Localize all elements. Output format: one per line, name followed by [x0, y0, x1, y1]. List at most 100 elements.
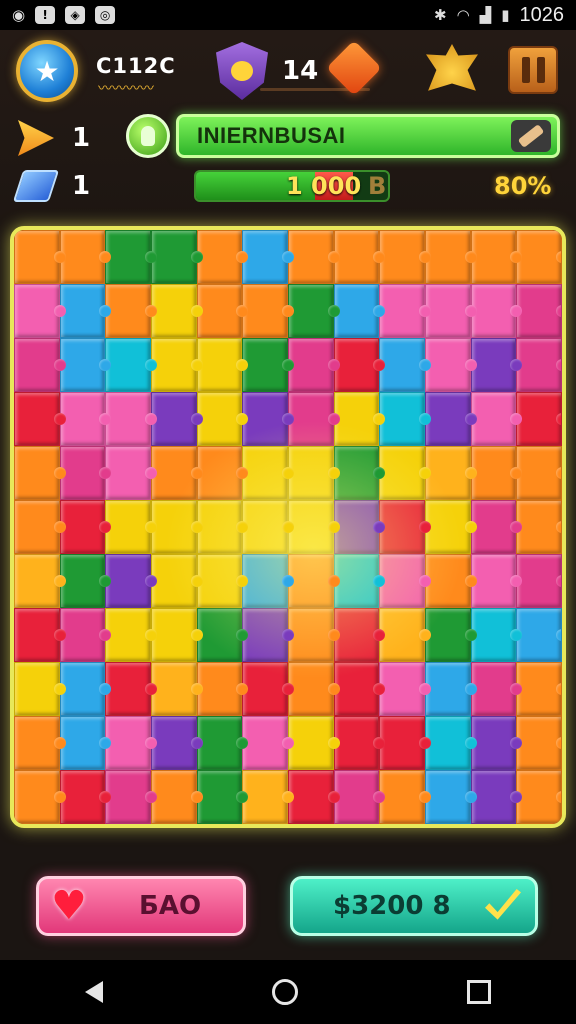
puzzle-piece[interactable] [59, 284, 111, 338]
puzzle-piece[interactable] [470, 446, 522, 500]
puzzle-piece[interactable] [196, 716, 248, 770]
puzzle-piece[interactable] [59, 338, 111, 392]
puzzle-piece[interactable] [288, 662, 340, 716]
puzzle-piece[interactable] [59, 662, 111, 716]
level-shield-icon[interactable] [216, 42, 268, 100]
puzzle-piece[interactable] [14, 554, 66, 608]
puzzle-piece[interactable] [242, 608, 294, 662]
puzzle-piece[interactable] [14, 608, 66, 662]
mascot-icon[interactable] [426, 44, 478, 91]
puzzle-piece[interactable] [516, 446, 562, 500]
puzzle-piece[interactable] [242, 770, 294, 824]
puzzle-piece[interactable] [288, 770, 340, 824]
puzzle-piece[interactable] [59, 770, 111, 824]
puzzle-piece[interactable] [379, 392, 431, 446]
puzzle-piece[interactable] [196, 230, 248, 284]
puzzle-piece[interactable] [105, 662, 157, 716]
back-button[interactable] [84, 981, 103, 1003]
puzzle-piece[interactable] [379, 608, 431, 662]
puzzle-piece[interactable] [14, 716, 66, 770]
puzzle-piece[interactable] [105, 446, 157, 500]
puzzle-piece[interactable] [333, 284, 385, 338]
profile-avatar-button[interactable]: ★ [16, 40, 78, 102]
puzzle-piece[interactable] [379, 446, 431, 500]
puzzle-piece[interactable] [425, 500, 477, 554]
puzzle-piece[interactable] [333, 662, 385, 716]
puzzle-piece[interactable] [288, 716, 340, 770]
puzzle-piece[interactable] [288, 392, 340, 446]
puzzle-piece[interactable] [105, 284, 157, 338]
puzzle-piece[interactable] [470, 392, 522, 446]
recents-button[interactable] [467, 980, 492, 1004]
puzzle-board[interactable] [10, 226, 566, 828]
puzzle-piece[interactable] [333, 716, 385, 770]
puzzle-piece[interactable] [288, 230, 340, 284]
puzzle-piece[interactable] [196, 500, 248, 554]
puzzle-piece[interactable] [425, 716, 477, 770]
puzzle-piece[interactable] [516, 230, 562, 284]
puzzle-piece[interactable] [470, 338, 522, 392]
puzzle-piece[interactable] [151, 608, 203, 662]
puzzle-piece[interactable] [59, 716, 111, 770]
puzzle-piece[interactable] [242, 338, 294, 392]
puzzle-piece[interactable] [379, 770, 431, 824]
puzzle-piece[interactable] [333, 338, 385, 392]
puzzle-piece[interactable] [196, 770, 248, 824]
puzzle-piece[interactable] [196, 284, 248, 338]
puzzle-piece[interactable] [425, 338, 477, 392]
puzzle-piece[interactable] [196, 446, 248, 500]
puzzle-piece[interactable] [288, 446, 340, 500]
puzzle-piece[interactable] [151, 392, 203, 446]
puzzle-piece[interactable] [14, 338, 66, 392]
puzzle-piece[interactable] [242, 284, 294, 338]
puzzle-piece[interactable] [288, 284, 340, 338]
puzzle-piece[interactable] [14, 770, 66, 824]
puzzle-piece[interactable] [425, 554, 477, 608]
puzzle-piece[interactable] [516, 770, 562, 824]
puzzle-piece[interactable] [470, 284, 522, 338]
brush-icon[interactable] [511, 120, 551, 152]
puzzle-grid[interactable] [14, 230, 562, 824]
puzzle-piece[interactable] [196, 338, 248, 392]
puzzle-piece[interactable] [333, 446, 385, 500]
puzzle-piece[interactable] [242, 716, 294, 770]
puzzle-piece[interactable] [151, 338, 203, 392]
puzzle-piece[interactable] [333, 554, 385, 608]
puzzle-piece[interactable] [425, 770, 477, 824]
puzzle-piece[interactable] [516, 392, 562, 446]
puzzle-piece[interactable] [379, 230, 431, 284]
puzzle-piece[interactable] [288, 608, 340, 662]
puzzle-piece[interactable] [14, 500, 66, 554]
puzzle-piece[interactable] [333, 500, 385, 554]
puzzle-piece[interactable] [196, 608, 248, 662]
puzzle-piece[interactable] [14, 284, 66, 338]
puzzle-piece[interactable] [105, 608, 157, 662]
puzzle-piece[interactable] [425, 446, 477, 500]
puzzle-piece[interactable] [14, 662, 66, 716]
puzzle-piece[interactable] [470, 662, 522, 716]
puzzle-piece[interactable] [425, 392, 477, 446]
puzzle-piece[interactable] [470, 554, 522, 608]
puzzle-piece[interactable] [151, 500, 203, 554]
puzzle-piece[interactable] [379, 716, 431, 770]
puzzle-piece[interactable] [379, 662, 431, 716]
puzzle-piece[interactable] [516, 554, 562, 608]
puzzle-piece[interactable] [470, 500, 522, 554]
puzzle-piece[interactable] [105, 500, 157, 554]
puzzle-piece[interactable] [105, 230, 157, 284]
puzzle-piece[interactable] [333, 770, 385, 824]
puzzle-piece[interactable] [425, 284, 477, 338]
puzzle-piece[interactable] [242, 662, 294, 716]
puzzle-piece[interactable] [196, 662, 248, 716]
purchase-button[interactable]: $3200 8 [290, 876, 538, 936]
puzzle-piece[interactable] [425, 230, 477, 284]
home-button[interactable] [271, 979, 298, 1005]
puzzle-piece[interactable] [59, 392, 111, 446]
pause-button[interactable] [508, 46, 558, 94]
puzzle-piece[interactable] [516, 716, 562, 770]
puzzle-piece[interactable] [379, 338, 431, 392]
puzzle-piece[interactable] [151, 770, 203, 824]
puzzle-piece[interactable] [151, 230, 203, 284]
puzzle-piece[interactable] [288, 338, 340, 392]
puzzle-piece[interactable] [59, 446, 111, 500]
